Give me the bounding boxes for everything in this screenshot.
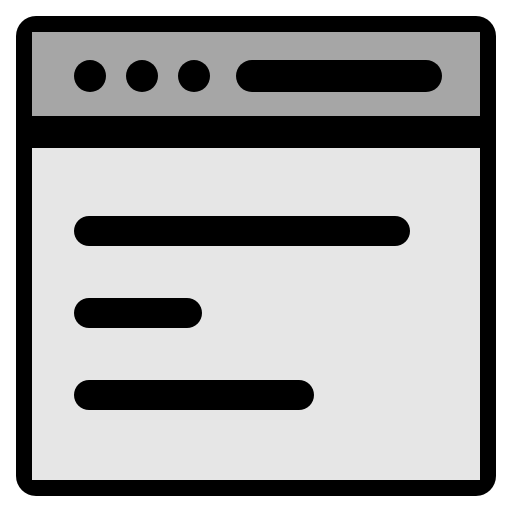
content-line-3 [74, 380, 314, 410]
browser-window-icon [0, 0, 512, 512]
content-line-1 [74, 216, 410, 246]
address-bar [236, 60, 442, 92]
content-line-2 [74, 298, 202, 328]
title-divider [32, 116, 480, 148]
window-dot-1 [74, 60, 106, 92]
window-dot-2 [126, 60, 158, 92]
window-dot-3 [178, 60, 210, 92]
browser-window-svg [16, 16, 496, 496]
